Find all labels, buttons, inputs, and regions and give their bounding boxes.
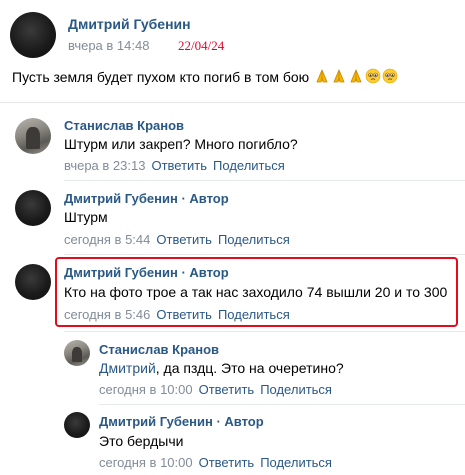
comment-divider <box>64 331 465 332</box>
folded-hands-icon <box>348 68 364 84</box>
post-header: Дмитрий Губенин вчера в 14:48 22/04/24 <box>10 12 450 58</box>
share-link[interactable]: Поделиться <box>218 307 290 322</box>
mention-link[interactable]: Дмитрий <box>99 360 156 376</box>
reply-link[interactable]: Ответить <box>199 382 255 397</box>
comment-author[interactable]: Дмитрий Губенин · Автор <box>64 191 229 206</box>
comment-author[interactable]: Станислав Кранов <box>64 118 184 133</box>
comment-divider <box>99 404 465 405</box>
comment-timestamp[interactable]: сегодня в 5:46 <box>64 307 150 322</box>
post-divider <box>0 102 465 103</box>
post-timestamp[interactable]: вчера в 14:48 <box>68 38 149 53</box>
comment-meta: сегодня в 10:00 Ответить Поделиться <box>99 455 332 470</box>
comment-text: Это бердычи <box>99 433 184 449</box>
comment-author[interactable]: Дмитрий Губенин · Автор <box>99 414 264 429</box>
folded-hands-icon <box>314 68 330 84</box>
comment-author[interactable]: Дмитрий Губенин · Автор <box>64 265 229 280</box>
comment-timestamp[interactable]: сегодня в 10:00 <box>99 382 193 397</box>
date-annotation: 22/04/24 <box>178 38 225 53</box>
reply-link[interactable]: Ответить <box>156 307 212 322</box>
comment-avatar[interactable] <box>15 190 51 226</box>
reply-link[interactable]: Ответить <box>151 158 207 173</box>
comment-avatar[interactable] <box>15 264 51 300</box>
comment-meta: вчера в 23:13 Ответить Поделиться <box>64 158 285 173</box>
comment-divider <box>64 180 465 181</box>
comment-meta: сегодня в 5:46 Ответить Поделиться <box>64 307 290 322</box>
comment-avatar[interactable] <box>64 340 90 366</box>
post-text-content: Пусть земля будет пухом кто погиб в том … <box>12 69 310 85</box>
comment-divider <box>64 254 465 255</box>
comment-text: Кто на фото трое а так нас заходило 74 в… <box>64 284 448 300</box>
comment-meta: сегодня в 5:44 Ответить Поделиться <box>64 232 290 247</box>
post-author-avatar[interactable] <box>10 12 56 58</box>
reply-link[interactable]: Ответить <box>156 232 212 247</box>
reply-link[interactable]: Ответить <box>199 455 255 470</box>
comment-avatar[interactable] <box>15 118 51 154</box>
comment-avatar[interactable] <box>64 412 90 438</box>
comment-timestamp[interactable]: сегодня в 5:44 <box>64 232 150 247</box>
share-link[interactable]: Поделиться <box>260 382 332 397</box>
comment-text: Штурм или закреп? Много погибло? <box>64 136 298 152</box>
comment-text-content: , да пздц. Это на очеретино? <box>155 360 344 376</box>
share-link[interactable]: Поделиться <box>218 232 290 247</box>
comment-author[interactable]: Станислав Кранов <box>99 342 219 357</box>
folded-hands-icon <box>331 68 347 84</box>
post-author-name[interactable]: Дмитрий Губенин <box>68 16 191 32</box>
share-link[interactable]: Поделиться <box>260 455 332 470</box>
post-text: Пусть земля будет пухом кто погиб в том … <box>12 68 398 85</box>
share-link[interactable]: Поделиться <box>213 158 285 173</box>
comment-meta: сегодня в 10:00 Ответить Поделиться <box>99 382 332 397</box>
comment-timestamp[interactable]: вчера в 23:13 <box>64 158 145 173</box>
comment-text: Штурм <box>64 209 108 225</box>
comment-timestamp[interactable]: сегодня в 10:00 <box>99 455 193 470</box>
pleading-face-icon <box>365 68 381 84</box>
comment-text: Дмитрий, да пздц. Это на очеретино? <box>99 360 344 376</box>
pleading-face-icon <box>382 68 398 84</box>
